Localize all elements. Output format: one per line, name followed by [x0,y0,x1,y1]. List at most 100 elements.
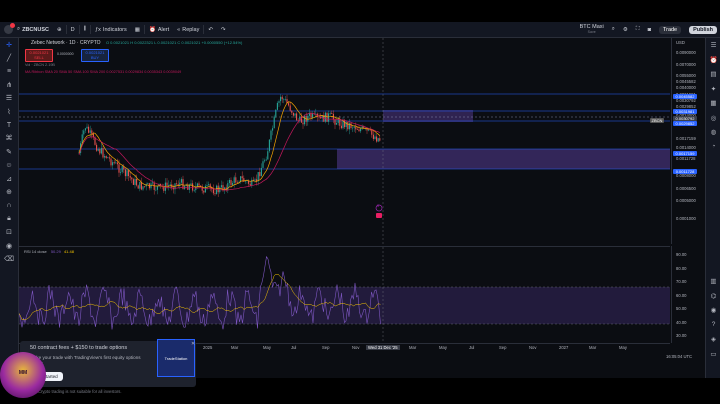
interval-button[interactable]: D [67,22,79,37]
candle-body [214,193,216,195]
alerts-icon[interactable]: ⏰ [706,53,720,68]
forecast-tool-icon[interactable]: ⌘ [0,132,18,145]
snapshot-button[interactable]: ◙ [644,22,655,37]
event-flag-icon[interactable] [376,213,382,218]
zoom-tool-icon[interactable]: ⊕ [0,185,18,198]
chart-title[interactable]: Zebec Network · 1D · CRYPTO O 0.0021021 … [31,40,242,46]
brush-tool-icon[interactable]: ✎ [0,145,18,158]
sell-button[interactable]: 0.0021021 SELL [25,49,53,62]
notifications-icon[interactable]: ◔ [706,140,720,155]
lock-all-icon[interactable]: ⊡ [0,225,18,238]
candle-body [278,101,280,103]
rsi-legend[interactable]: RSI 14 close 50.29 41.48 [24,249,74,254]
currency-label[interactable]: USD [676,40,685,45]
ma-ribbon-legend[interactable]: MA Ribbon SMA 20 SMA 50 SMA 100 SMA 200 … [25,70,181,74]
price-axis[interactable]: USD 0.0090000 0.0070000 0.0055000 0.0045582… [671,38,705,244]
candle-body [236,182,238,184]
screener-icon[interactable]: ▥ [706,274,720,289]
rsi-pane[interactable]: RSI 14 close 50.29 41.48 [19,246,670,344]
candle-body [324,112,326,122]
help-icon[interactable]: ? [706,318,720,333]
candle-body [107,157,109,159]
candle-body [379,138,381,141]
indicators-button[interactable]: ƒx Indicators [91,22,131,37]
buy-button[interactable]: 0.0021021 BUY [81,49,109,62]
panel-toggle-icon[interactable]: ▭ [706,347,720,362]
notification-dot-icon [10,23,15,28]
candle-body [203,190,205,193]
trash-icon[interactable]: ⌫ [0,252,18,265]
redo-button[interactable]: ↷ [217,22,230,37]
eye-icon[interactable]: ◉ [0,239,18,252]
candle-body [110,158,112,166]
replay-button[interactable]: « Replay [173,22,203,37]
lock-drawing-icon[interactable]: 🔒︎ [0,212,18,225]
fullscreen-button[interactable]: ⛶ [632,22,644,37]
alert-button[interactable]: ⏰ Alert [145,22,173,37]
close-icon[interactable]: ✕ [191,341,195,347]
rsi-axis[interactable]: 90.00 80.00 70.00 60.00 50.00 40.00 30.00 [671,246,705,343]
rsi-chart-svg [19,247,670,344]
gear-icon: ⚙ [622,26,628,33]
time-tick-label: May [263,345,271,350]
rewind-icon: « [177,26,181,33]
fib-tool-icon[interactable]: ☰ [0,92,18,105]
magnet-tool-icon[interactable]: ∩ [0,199,18,212]
text-tool-icon[interactable]: T [0,118,18,131]
price-pane[interactable]: Zebec Network · 1D · CRYPTO O 0.0021021 … [19,38,670,244]
price-tick-label: 0.0090000 [676,50,696,55]
pitchfork-tool-icon[interactable]: ⋔ [0,78,18,91]
templates-button[interactable]: ▦ [131,22,144,37]
symbol-search-button[interactable]: ⌕ ZBCNUSC [13,22,53,37]
pattern-tool-icon[interactable]: ⌇ [0,105,18,118]
layout-menu-button[interactable]: BTC Maxi Save [576,22,608,37]
candle-body [352,127,354,129]
candle-body [283,99,285,100]
publish-button[interactable]: Publish [685,22,720,37]
watchlist-icon[interactable]: ☰ [706,38,720,53]
candle-body [228,179,230,184]
emoji-tool-icon[interactable]: ☺ [0,159,18,172]
horizontal-lines-tool-icon[interactable]: ≡ [0,65,18,78]
user-avatar-icon[interactable] [4,23,15,34]
price-tag-level_e: 0.0011728 [673,169,697,174]
candle-body [176,183,178,185]
candle-body [97,149,99,151]
time-tick-label: Jul [469,345,475,350]
add-symbol-button[interactable]: ⊕ [53,22,66,37]
candle-body [233,177,235,183]
price-tag-level_d: 0.0017159 [673,151,697,156]
candle-body [108,157,110,159]
candle-body [99,149,101,154]
candle-body [139,181,141,189]
trade-button[interactable]: Trade [655,22,685,37]
candle-body [100,147,102,154]
candle-body [331,113,333,114]
pine-editor-icon[interactable]: ⌬ [706,289,720,304]
candle-body [216,185,218,195]
ruler-tool-icon[interactable]: ⊿ [0,172,18,185]
chart-type-button[interactable]: ⫼ [80,22,91,37]
candle-body [129,176,131,178]
settings-button[interactable]: ⚙ [619,22,632,37]
data-window-icon[interactable]: ▤ [706,67,720,82]
layers-icon[interactable]: ◈ [706,332,720,347]
candle-body [249,183,251,186]
candle-body [260,167,262,177]
candle-body [302,122,304,125]
volume-legend[interactable]: Vol · ZBCN 2.19B [25,63,55,67]
chat-icon[interactable]: ◍ [706,125,720,140]
hotlists-icon[interactable]: ✦ [706,82,720,97]
undo-button[interactable]: ↶ [204,22,217,37]
trendline-tool-icon[interactable]: ╱ [0,51,18,64]
crosshair-tool-icon[interactable]: ✛ [0,38,18,51]
clock-label[interactable]: 16:05:04 UTC [666,354,692,359]
calendar-icon[interactable]: ▦ [706,96,720,111]
quick-search-button[interactable]: ⌕ [608,22,619,37]
broadcast-icon[interactable]: ◉ [706,303,720,318]
candle-body [147,183,149,185]
ideas-icon[interactable]: ◎ [706,111,720,126]
candle-body [296,113,298,121]
time-tick-label: Sep [499,345,507,350]
rsi-tick-label: 50.00 [676,306,687,311]
